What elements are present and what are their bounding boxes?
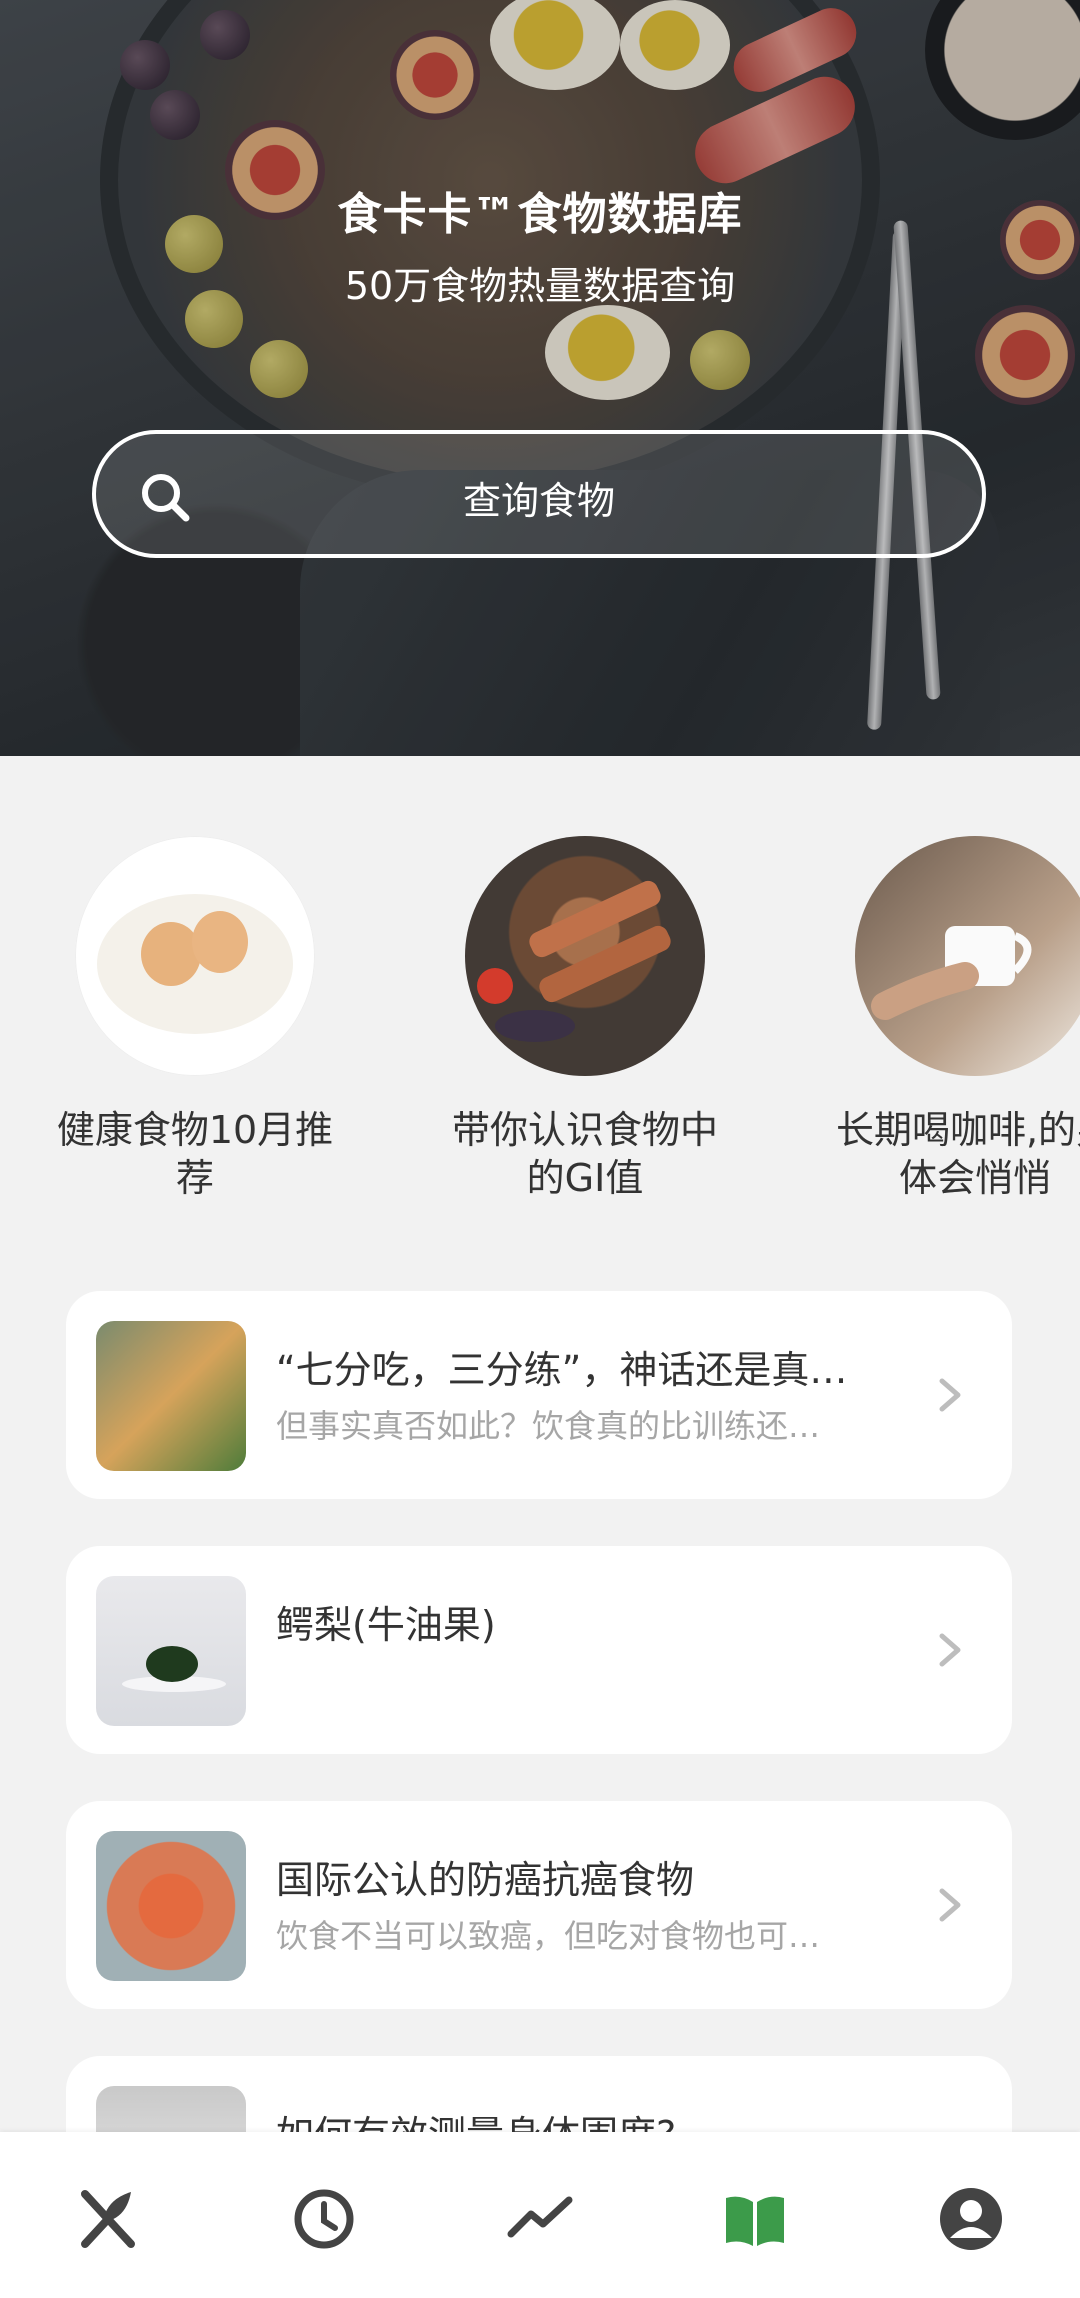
topic-carousel[interactable]: 健康食物10月推荐 带你认识食物中的GI值 长期喝咖啡,的身体会悄悄 xyxy=(0,756,1080,1236)
carousel-item[interactable]: 健康食物10月推荐 xyxy=(45,836,345,1202)
hero-banner: 食卡卡™食物数据库 50万食物热量数据查询 查询食物 xyxy=(0,0,1080,756)
chevron-right-icon xyxy=(939,1888,961,1922)
carousel-item[interactable]: 长期喝咖啡,的身体会悄悄 xyxy=(825,836,1080,1202)
page-title: 食卡卡™食物数据库 xyxy=(337,189,743,240)
article-subtitle: 饮食不当可以致癌，但吃对食物也可… xyxy=(276,1917,821,1955)
article-subtitle: 但事实真否如此？饮食真的比训练还… xyxy=(276,1407,821,1445)
article-card[interactable]: 鳄梨(牛油果) xyxy=(66,1546,1012,1754)
eggs-image xyxy=(75,836,315,1076)
article-card[interactable]: “七分吃，三分练”，神话还是真… 但事实真否如此？饮食真的比训练还… xyxy=(66,1291,1012,1499)
page-subtitle: 50万食物热量数据查询 xyxy=(344,264,736,308)
carousel-item-label: 长期喝咖啡,的身体会悄悄 xyxy=(835,1108,1080,1200)
clock-icon[interactable] xyxy=(289,2184,359,2254)
article-card[interactable]: 国际公认的防癌抗癌食物 饮食不当可以致癌，但吃对食物也可… xyxy=(66,1801,1012,2009)
bottom-nav xyxy=(0,2132,1080,2298)
chevron-right-icon xyxy=(939,1633,961,1667)
user-icon[interactable] xyxy=(936,2184,1006,2254)
article-title: “七分吃，三分练”，神话还是真… xyxy=(276,1348,848,1392)
carousel-item-label: 健康食物10月推荐 xyxy=(56,1108,334,1200)
article-title: 国际公认的防癌抗癌食物 xyxy=(276,1858,695,1902)
search-food-button[interactable]: 查询食物 xyxy=(92,430,986,558)
cancer-cell-image xyxy=(96,1831,246,1981)
article-title: 鳄梨(牛油果) xyxy=(276,1603,496,1647)
fork-knife-icon[interactable] xyxy=(73,2184,143,2254)
carousel-item-label: 带你认识食物中的GI值 xyxy=(451,1108,718,1200)
search-label: 查询食物 xyxy=(462,479,615,523)
chevron-right-icon xyxy=(939,1378,961,1412)
carousel-item[interactable]: 带你认识食物中的GI值 xyxy=(435,836,735,1202)
avocado-image xyxy=(96,1576,246,1726)
trend-chart-icon[interactable] xyxy=(505,2184,575,2254)
grilled-food-image xyxy=(465,836,705,1076)
coffee-image xyxy=(855,836,1080,1076)
book-icon[interactable] xyxy=(720,2184,790,2254)
meal-prep-image xyxy=(96,1321,246,1471)
